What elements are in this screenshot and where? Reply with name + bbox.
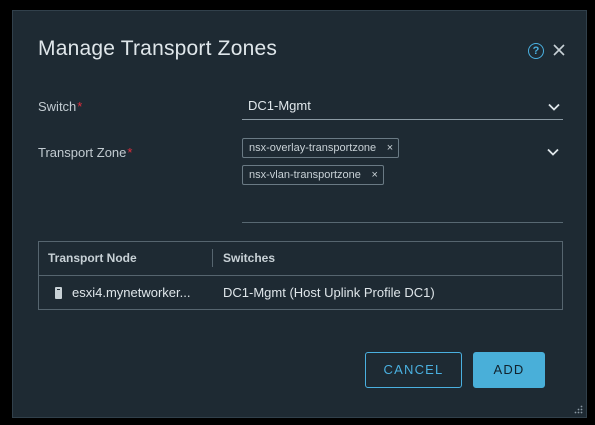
resize-grip-icon[interactable] (574, 405, 583, 414)
host-icon (55, 287, 62, 299)
help-circle-icon[interactable]: ? (528, 43, 544, 59)
dialog-title: Manage Transport Zones (38, 37, 278, 60)
close-icon[interactable] (551, 42, 567, 58)
switch-selected-value: DC1-Mgmt (248, 98, 311, 113)
tag-label: nsx-overlay-transportzone (249, 142, 377, 154)
cancel-button[interactable]: CANCEL (365, 352, 462, 388)
remove-tag-icon[interactable]: × (371, 166, 377, 184)
required-marker: * (77, 99, 83, 114)
column-header-transport-node[interactable]: Transport Node (48, 251, 137, 265)
table-header: Transport Node Switches (39, 242, 562, 276)
transport-zone-multiselect[interactable]: nsx-overlay-transportzone × nsx-vlan-tra… (242, 138, 563, 223)
transport-node-cell: esxi4.mynetworker... (72, 285, 191, 300)
column-header-switches[interactable]: Switches (223, 251, 275, 265)
switches-cell: DC1-Mgmt (Host Uplink Profile DC1) (223, 285, 435, 300)
transport-zone-tag: nsx-overlay-transportzone × (242, 138, 400, 158)
chevron-down-icon (548, 103, 560, 111)
required-marker: * (127, 145, 133, 160)
transport-zone-label: Transport Zone* (38, 145, 133, 160)
column-divider[interactable] (212, 249, 213, 267)
switch-select[interactable]: DC1-Mgmt (242, 95, 563, 120)
manage-transport-zones-dialog: Manage Transport Zones ? Switch* DC1-Mgm… (12, 10, 587, 418)
transport-zone-tag: nsx-vlan-transportzone × (242, 165, 384, 185)
tag-label: nsx-vlan-transportzone (249, 169, 361, 181)
remove-tag-icon[interactable]: × (387, 139, 393, 157)
switch-label: Switch* (38, 99, 83, 114)
chevron-down-icon[interactable] (547, 148, 559, 156)
transport-node-table: Transport Node Switches esxi4.mynetworke… (38, 241, 563, 310)
add-button[interactable]: ADD (473, 352, 545, 388)
table-row[interactable]: esxi4.mynetworker... DC1-Mgmt (Host Upli… (39, 276, 562, 310)
